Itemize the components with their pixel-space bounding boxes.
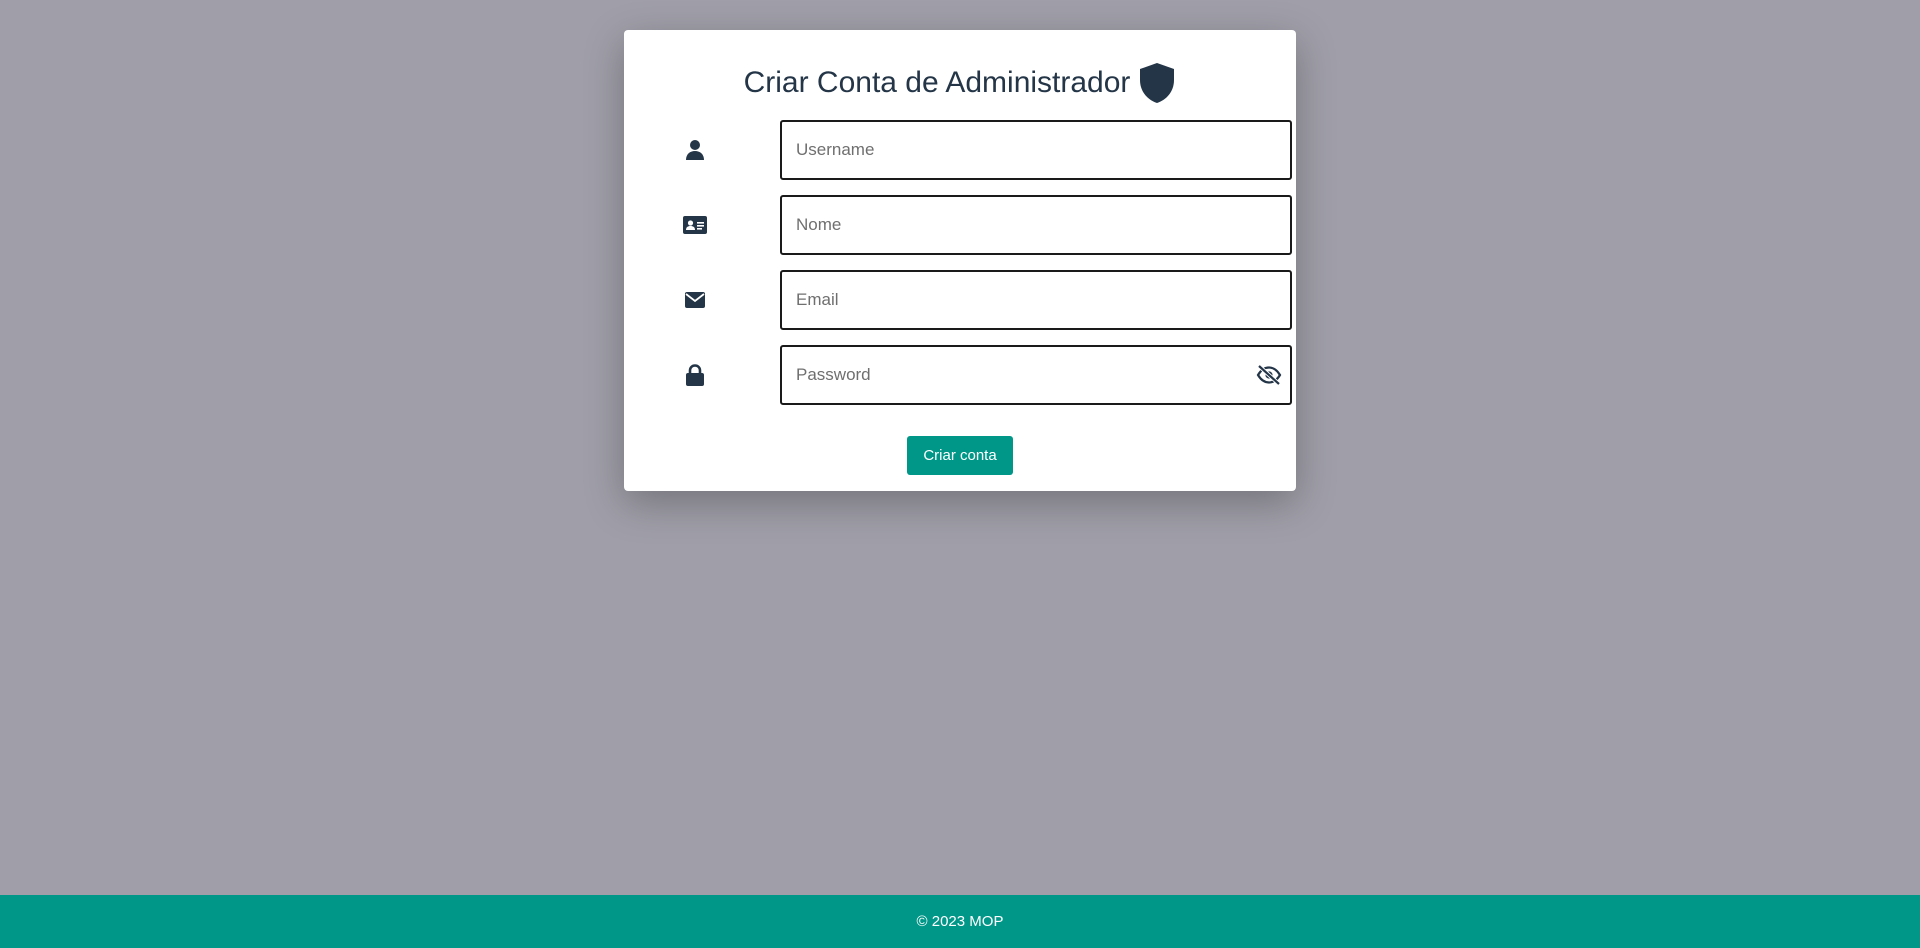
password-input[interactable] <box>780 345 1292 405</box>
email-input[interactable] <box>780 270 1292 330</box>
shield-icon <box>1138 62 1176 104</box>
name-input[interactable] <box>780 195 1292 255</box>
user-icon <box>680 120 710 180</box>
footer: © 2023 MOP <box>0 895 1920 948</box>
signup-card: Criar Conta de Administrador Username No… <box>624 30 1296 491</box>
envelope-icon <box>680 270 710 330</box>
id-card-icon <box>680 195 710 255</box>
username-input[interactable] <box>780 120 1292 180</box>
footer-copyright: © 2023 MOP <box>916 913 1004 930</box>
page: Criar Conta de Administrador Username No… <box>0 0 1920 948</box>
username-row <box>680 120 1292 180</box>
create-account-button[interactable]: Criar conta <box>907 436 1013 475</box>
name-row <box>680 195 1292 255</box>
page-title: Criar Conta de Administrador <box>743 66 1131 99</box>
password-row <box>680 345 1292 405</box>
lock-icon <box>680 345 710 405</box>
eye-slash-icon[interactable] <box>1256 362 1282 388</box>
email-row <box>680 270 1292 330</box>
title-row: Criar Conta de Administrador <box>624 60 1296 106</box>
